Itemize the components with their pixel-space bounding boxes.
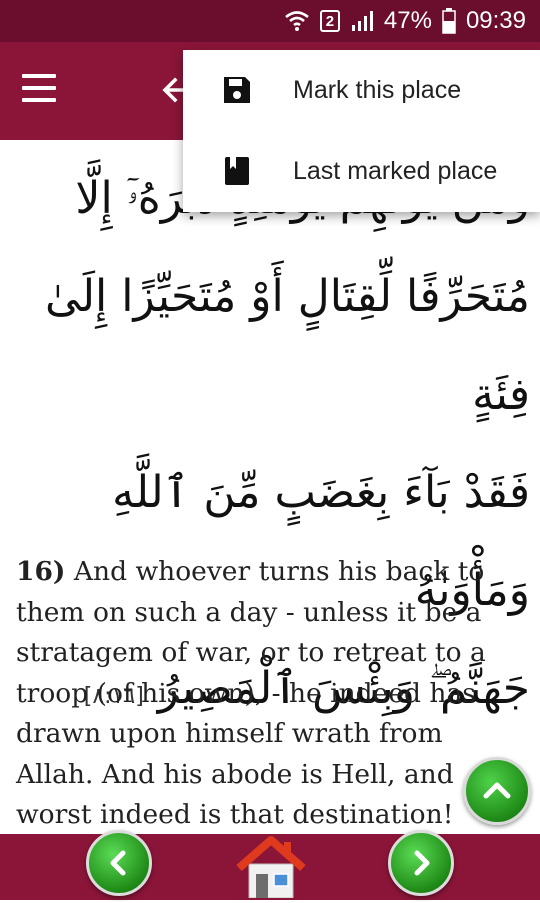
overflow-menu: Mark this place Last marked place: [183, 50, 540, 212]
arabic-line: مُتَحَرِّفًا لِّقِتَالٍ أَوْ مُتَحَيِّزً…: [44, 271, 530, 420]
bookmark-icon: [221, 155, 253, 187]
next-button[interactable]: [388, 830, 454, 896]
menu-item-mark-this-place[interactable]: Mark this place: [183, 50, 540, 131]
chevron-left-icon: [110, 850, 126, 876]
signal-icon: [350, 9, 374, 33]
verse-number: 16): [16, 556, 66, 587]
menu-item-last-marked-place[interactable]: Last marked place: [183, 131, 540, 212]
save-icon: [221, 74, 253, 106]
sim-icon: 2: [319, 10, 340, 32]
home-button[interactable]: [236, 836, 306, 899]
wifi-icon: [284, 8, 310, 34]
status-bar: 2 47% 09:39: [0, 0, 540, 42]
scroll-up-button[interactable]: [463, 757, 531, 825]
battery-percent: 47%: [383, 7, 432, 34]
battery-icon: [442, 8, 456, 34]
verse-translation: 16) And whoever turns his back to them o…: [16, 552, 516, 836]
clock: 09:39: [465, 7, 526, 34]
chevron-right-icon: [414, 850, 430, 876]
bottom-nav-bar: [0, 830, 540, 900]
home-icon: [236, 836, 306, 899]
menu-item-label: Mark this place: [293, 76, 462, 104]
hamburger-menu-icon[interactable]: [22, 74, 58, 104]
menu-item-label: Last marked place: [293, 157, 498, 185]
previous-button[interactable]: [86, 830, 152, 896]
translation-text: And whoever turns his back to them on su…: [16, 556, 486, 830]
chevron-up-icon: [483, 782, 511, 799]
